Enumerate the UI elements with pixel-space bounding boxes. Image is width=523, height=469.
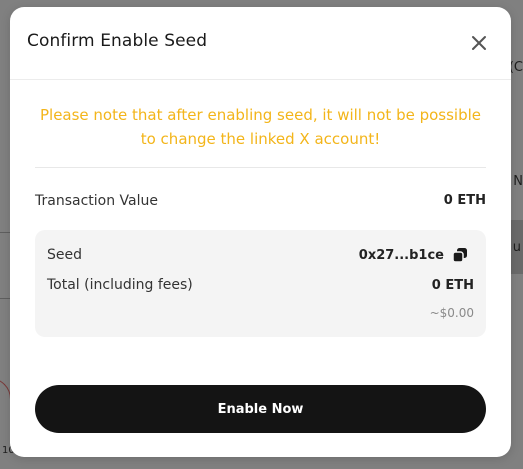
seed-label: Seed (47, 247, 82, 263)
enable-now-button[interactable]: Enable Now (35, 385, 486, 433)
background-divider (0, 232, 10, 233)
background-text-fragment: u (512, 240, 521, 255)
background-divider (0, 298, 10, 299)
transaction-value-label: Transaction Value (35, 193, 158, 209)
seed-address: 0x27...b1ce (358, 247, 444, 263)
warning-notice: Please note that after enabling seed, it… (39, 106, 482, 148)
close-button[interactable] (469, 33, 489, 53)
transaction-details: Seed 0x27...b1ce Total (including fees) … (35, 230, 486, 337)
confirm-enable-seed-dialog: Confirm Enable Seed Please note that aft… (10, 7, 511, 457)
close-icon (472, 36, 486, 50)
seed-row: Seed 0x27...b1ce (47, 247, 474, 263)
background-text-fragment: N (513, 174, 523, 189)
copy-address-button[interactable] (452, 247, 468, 263)
dialog-header: Confirm Enable Seed (10, 7, 511, 80)
total-amount: 0 ETH (431, 277, 474, 293)
total-label: Total (including fees) (47, 277, 193, 293)
transaction-value-row: Transaction Value 0 ETH (35, 193, 486, 209)
total-row: Total (including fees) 0 ETH (47, 277, 474, 293)
transaction-value-amount: 0 ETH (443, 193, 486, 208)
total-usd-value: ~$0.00 (429, 306, 474, 320)
dialog-title: Confirm Enable Seed (27, 31, 208, 51)
copy-icon (452, 248, 467, 263)
seed-value-group: 0x27...b1ce (359, 247, 474, 263)
divider (35, 167, 486, 168)
